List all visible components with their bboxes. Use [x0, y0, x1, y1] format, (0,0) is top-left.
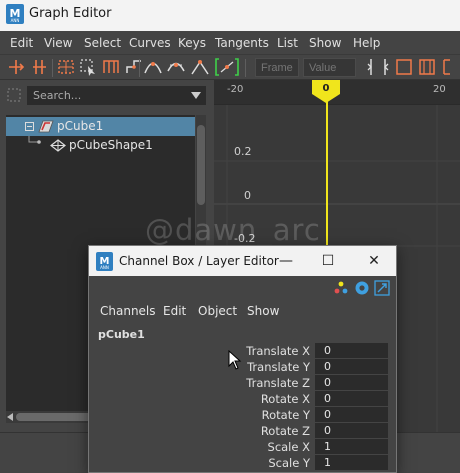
channel-box-menubar: Channels Edit Object Show [89, 302, 396, 324]
channel-value-field[interactable]: 1 [315, 439, 388, 454]
linear-tangent-icon[interactable] [190, 56, 210, 78]
channel-label[interactable]: Translate X [246, 344, 310, 358]
chevron-down-icon[interactable] [191, 92, 201, 99]
scroll-left-icon[interactable] [7, 413, 13, 421]
move-nearest-key-icon[interactable] [6, 56, 26, 78]
channel-value-field[interactable]: 0 [315, 359, 388, 374]
clamped-tangent-icon[interactable] [166, 56, 186, 78]
close-button[interactable]: ✕ [360, 250, 388, 272]
insert-keys-icon[interactable] [30, 56, 50, 78]
channel-box-toggle-icon[interactable] [333, 280, 349, 296]
break-tangents-icon[interactable] [366, 56, 376, 78]
menu-show[interactable]: Show [309, 36, 341, 50]
menu-help[interactable]: Help [353, 36, 380, 50]
auto-tangent-icon[interactable] [215, 56, 239, 78]
graph-editor-menubar: Edit View Select Curves Keys Tangents Li… [0, 31, 460, 55]
shape-node-icon [50, 139, 66, 152]
channel-label[interactable]: Translate Y [247, 360, 310, 374]
graph-editor-titlebar[interactable]: M ANN Graph Editor [0, 0, 460, 31]
channel-translate-z[interactable]: Translate Z 0 [89, 375, 396, 391]
channel-box-titlebar[interactable]: M ANN Channel Box / Layer Editor — ☐ ✕ [89, 246, 396, 276]
menu-object[interactable]: Object [198, 304, 237, 318]
outliner-item-pcubeshape1[interactable]: pCubeShape1 [6, 136, 195, 155]
maximize-button[interactable]: ☐ [314, 250, 342, 272]
ruler-tick-label: -20 [227, 84, 244, 95]
menu-edit[interactable]: Edit [10, 36, 33, 50]
spline-tangent-icon[interactable] [143, 56, 163, 78]
channel-box-window: M ANN Channel Box / Layer Editor — ☐ ✕ C… [88, 245, 397, 473]
menu-tangents[interactable]: Tangents [215, 36, 269, 50]
filter-icon[interactable] [6, 87, 22, 103]
maya-icon-sub: ANN [100, 265, 109, 270]
outliner-item-label: pCubeShape1 [69, 138, 153, 152]
menu-show[interactable]: Show [247, 304, 279, 318]
channel-value-field[interactable]: 0 [315, 343, 388, 358]
frame-all-icon[interactable] [395, 56, 413, 78]
menu-view[interactable]: View [44, 36, 72, 50]
y-axis-label: 0 [244, 189, 251, 202]
maya-app-icon: M ANN [6, 4, 24, 24]
menu-edit[interactable]: Edit [163, 304, 186, 318]
channel-label[interactable]: Rotate Y [262, 408, 310, 422]
channel-value-field[interactable]: 0 [315, 407, 388, 422]
channel-value-field[interactable]: 0 [315, 375, 388, 390]
search-input[interactable] [27, 86, 206, 105]
frame-playback-range-icon[interactable] [418, 56, 436, 78]
channel-rotate-y[interactable]: Rotate Y 0 [89, 407, 396, 423]
menu-select[interactable]: Select [84, 36, 121, 50]
minimize-button[interactable]: — [272, 250, 300, 272]
frame-field[interactable] [255, 58, 299, 77]
maya-app-icon: M ANN [96, 252, 113, 271]
mouse-cursor-icon [228, 350, 242, 370]
graph-editor-toolbar [0, 55, 460, 80]
window-title: Graph Editor [29, 6, 112, 21]
channel-label[interactable]: Rotate Z [261, 424, 310, 438]
current-frame-marker[interactable]: 0 [312, 80, 340, 103]
channel-scale-y[interactable]: Scale Y 1 [89, 455, 396, 471]
stepped-tangent-icon[interactable] [124, 56, 144, 78]
current-frame-label: 0 [322, 83, 330, 94]
channel-translate-y[interactable]: Translate Y 0 [89, 359, 396, 375]
lattice-deform-icon[interactable] [56, 56, 76, 78]
retime-tool-icon[interactable] [101, 56, 121, 78]
channel-label[interactable]: Translate Z [246, 376, 310, 390]
channel-value-field[interactable]: 0 [315, 423, 388, 438]
value-field[interactable] [303, 58, 356, 77]
menu-curves[interactable]: Curves [129, 36, 171, 50]
scrollbar-thumb[interactable] [197, 125, 205, 205]
y-axis-label: 0.2 [234, 145, 252, 158]
tree-connector-icon [28, 136, 41, 144]
object-name[interactable]: pCube1 [98, 328, 145, 341]
channel-rotate-x[interactable]: Rotate X 0 [89, 391, 396, 407]
attribute-editor-icon[interactable] [354, 280, 370, 296]
channel-box-title: Channel Box / Layer Editor [119, 254, 279, 268]
menu-channels[interactable]: Channels [100, 304, 156, 318]
channel-label[interactable]: Scale Y [268, 456, 310, 470]
channel-value-field[interactable]: 1 [315, 455, 388, 470]
region-select-icon[interactable] [78, 56, 98, 78]
outliner-item-pcube1[interactable]: pCube1 [6, 117, 195, 136]
tool-settings-icon[interactable] [374, 280, 390, 296]
center-current-time-icon[interactable] [442, 56, 460, 78]
channel-translate-x[interactable]: Translate X 0 [89, 343, 396, 359]
transform-node-icon [38, 120, 54, 133]
watermark-text: @dawn_arc [145, 213, 321, 247]
menu-list[interactable]: List [277, 36, 298, 50]
collapse-icon[interactable] [25, 122, 34, 131]
maya-icon-sub: ANN [11, 18, 20, 23]
channel-label[interactable]: Scale X [268, 440, 310, 454]
outliner-item-label: pCube1 [57, 119, 104, 133]
channel-scale-x[interactable]: Scale X 1 [89, 439, 396, 455]
channel-value-field[interactable]: 0 [315, 391, 388, 406]
ruler-tick-label: 20 [433, 84, 446, 95]
unify-tangents-icon[interactable] [380, 56, 390, 78]
channel-rotate-z[interactable]: Rotate Z 0 [89, 423, 396, 439]
channel-label[interactable]: Rotate X [261, 392, 310, 406]
menu-keys[interactable]: Keys [178, 36, 206, 50]
